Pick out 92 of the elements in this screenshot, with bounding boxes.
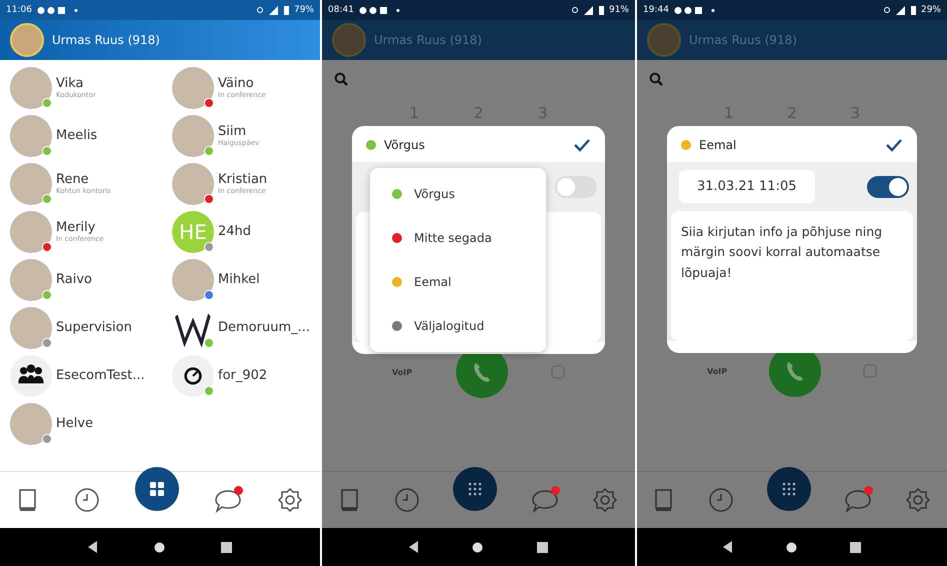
clock-icon[interactable]	[74, 487, 100, 513]
settings-icon[interactable]	[276, 487, 303, 513]
contact-name: for_902	[218, 368, 268, 383]
contact-name: 24hd	[218, 224, 252, 239]
contact-name: Meelis	[56, 128, 98, 143]
avatar	[10, 210, 52, 252]
clock-icon[interactable]	[394, 487, 420, 513]
clock-icon[interactable]	[708, 487, 734, 513]
signal-icon	[572, 6, 594, 14]
contact-name: Vika	[56, 76, 84, 91]
contact-item[interactable]: EsecomTest...	[10, 354, 172, 397]
avatar	[172, 66, 214, 108]
toggle-switch[interactable]	[555, 176, 597, 198]
battery-icon	[598, 6, 604, 14]
signal-icon	[884, 6, 906, 14]
avatar	[172, 258, 214, 300]
signal-icon	[256, 6, 279, 14]
status-time: 19:44	[643, 5, 669, 15]
avatar	[172, 162, 214, 204]
contact-item[interactable]: Helve	[10, 402, 172, 445]
recents-icon[interactable]	[221, 542, 232, 552]
toggle-switch[interactable]	[867, 176, 909, 198]
avatar	[10, 66, 52, 108]
clock-icon	[172, 354, 214, 396]
avatar	[10, 306, 52, 348]
home-icon[interactable]	[154, 542, 165, 552]
contact-item[interactable]: Mihkel	[172, 258, 312, 301]
battery-icon	[910, 6, 916, 14]
check-icon[interactable]	[573, 138, 591, 152]
dialpad-button[interactable]	[453, 467, 498, 511]
contact-name: Kristian	[218, 172, 268, 187]
status-label[interactable]: Võrgus	[384, 138, 565, 152]
status-time: 11:06	[6, 5, 32, 15]
avatar	[10, 114, 52, 156]
tiles-icon	[150, 482, 164, 496]
home-icon[interactable]	[786, 542, 797, 552]
home-icon[interactable]	[472, 542, 484, 552]
search-icon[interactable]	[649, 72, 663, 86]
contact-name: Supervision	[56, 320, 132, 335]
avatar	[10, 402, 52, 444]
dialpad-button[interactable]	[134, 467, 179, 511]
contact-item[interactable]: Meelis	[10, 114, 172, 157]
contact-item[interactable]: Supervision	[10, 306, 172, 349]
status-label[interactable]: Eemal	[699, 138, 877, 152]
settings-icon[interactable]	[904, 487, 931, 513]
recents-icon[interactable]	[850, 542, 861, 552]
contact-name: Merily	[56, 220, 96, 235]
battery-percent: 91%	[608, 5, 629, 15]
contact-name: Demoruum_...	[218, 320, 310, 335]
initials-avatar: HE	[172, 210, 214, 252]
keypad-icon	[468, 482, 482, 496]
contact-name: EsecomTest...	[56, 368, 145, 383]
back-icon[interactable]	[408, 541, 419, 553]
note-field[interactable]: Siia kirjutan info ja põhjuse ning märgin soovi korral automaatse lõpuaja!	[671, 211, 913, 341]
avatar	[10, 258, 52, 300]
date-field[interactable]: 31.03.21 11:05	[679, 170, 814, 203]
contact-name: Rene	[56, 172, 90, 187]
contact-name: Helve	[56, 416, 94, 431]
back-icon[interactable]	[88, 541, 98, 553]
battery-percent: 79%	[294, 5, 314, 15]
contact-item[interactable]: HE 24hd	[172, 210, 312, 253]
dialpad-button[interactable]	[766, 467, 811, 511]
status-option[interactable]: Eemal	[370, 260, 546, 304]
contact-item[interactable]: Raivo	[10, 258, 172, 301]
check-icon[interactable]	[885, 138, 903, 152]
settings-icon[interactable]	[592, 487, 618, 513]
contact-name: Siim	[218, 124, 248, 139]
contact-item[interactable]: for_902	[172, 354, 312, 397]
user-name: Urmas Ruus (918)	[374, 33, 482, 47]
voip-label: VoIP	[392, 368, 412, 376]
recents-icon[interactable]	[537, 542, 548, 552]
note-text: Siia kirjutan info ja põhjuse ning märgin soovi korral automaatse lõpuaja!	[681, 224, 882, 280]
status-option[interactable]: Mitte segada	[370, 216, 546, 260]
user-name: Urmas Ruus (918)	[52, 33, 160, 47]
book-icon[interactable]	[338, 488, 361, 512]
avatar	[10, 162, 52, 204]
status-time: 08:41	[328, 5, 354, 15]
voip-label: VoIP	[707, 366, 728, 376]
search-icon[interactable]	[334, 72, 348, 86]
avatar	[172, 114, 214, 156]
keypad-icon	[782, 482, 796, 496]
user-name: Urmas Ruus (918)	[689, 33, 797, 47]
status-option[interactable]: Väljalogitud	[370, 304, 546, 348]
contact-name: Mihkel	[218, 272, 260, 287]
contact-name: Raivo	[56, 272, 92, 287]
status-option[interactable]: Võrgus	[370, 172, 546, 216]
group-icon	[10, 354, 52, 396]
battery-icon	[284, 6, 289, 14]
battery-percent: 29%	[920, 5, 941, 15]
contact-name: Väino	[218, 76, 255, 91]
back-icon[interactable]	[723, 541, 734, 553]
contact-item[interactable]: Demoruum_...	[172, 306, 312, 349]
